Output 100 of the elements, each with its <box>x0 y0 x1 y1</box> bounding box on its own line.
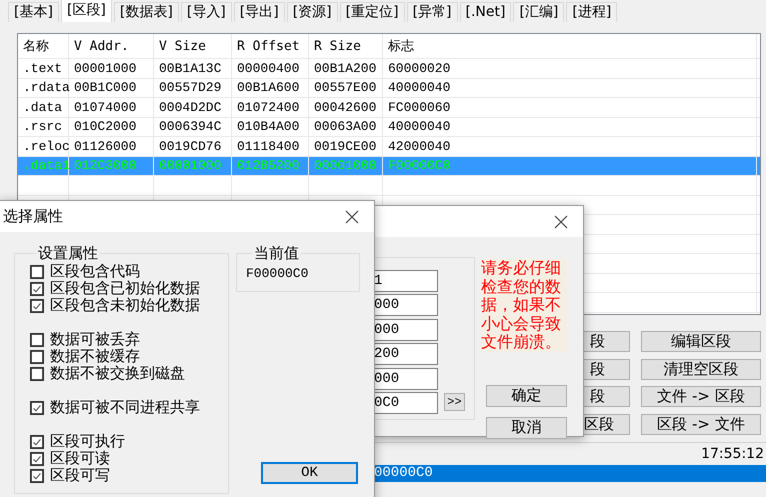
checkbox[interactable] <box>30 366 44 380</box>
current-value: F00000C0 <box>246 266 308 281</box>
tab[interactable]: [重定位] <box>340 2 405 22</box>
group-title: 设置属性 <box>37 244 99 263</box>
input-field[interactable]: 000 <box>374 318 438 341</box>
table-cell: FC000060 <box>383 98 757 116</box>
column-header[interactable]: 标志 <box>383 34 757 58</box>
checkbox[interactable] <box>30 434 44 448</box>
column-header[interactable]: R Size <box>309 34 383 58</box>
checkbox[interactable] <box>30 332 44 346</box>
checkbox[interactable] <box>30 452 44 466</box>
checkbox-label: 区段可执行 <box>50 432 125 450</box>
table-cell: 0019CE00 <box>309 137 383 156</box>
checkbox[interactable] <box>30 400 44 414</box>
checkbox-label: 区段包含未初始化数据 <box>50 296 200 315</box>
input-field[interactable]: 0C0 <box>374 392 438 414</box>
table-cell: 012B5200 <box>232 156 309 175</box>
table-cell: 010B4A00 <box>232 118 309 136</box>
table-cell: 01074000 <box>69 98 154 116</box>
table-cell: 00042600 <box>309 98 383 116</box>
table-cell: F00000C0 <box>383 156 757 175</box>
table-cell: 00B1A600 <box>232 78 309 97</box>
table-cell: .rsrc <box>18 118 69 136</box>
cancel-button[interactable]: 取消 <box>486 416 567 438</box>
section-button[interactable]: 编辑区段 <box>641 331 761 352</box>
column-header[interactable]: 名称 <box>18 34 69 58</box>
section-button[interactable]: 区段 <box>583 414 630 434</box>
table-cell: .text <box>18 59 69 78</box>
checkbox-label: 区段可读 <box>50 449 110 468</box>
tab[interactable]: [进程] <box>566 2 618 22</box>
tab[interactable]: [资源] <box>286 2 338 22</box>
table-cell: 00001000 <box>154 156 232 175</box>
table-cell: 00063A00 <box>309 118 383 136</box>
input-field[interactable]: 200 <box>374 343 438 366</box>
checkbox[interactable] <box>30 282 44 296</box>
table-cell: .reloc <box>18 137 69 156</box>
table-cell: 40000040 <box>383 118 757 136</box>
column-header[interactable]: V Addr. <box>69 34 154 58</box>
checkbox-label: 数据可被不同进程共享 <box>50 398 200 417</box>
tab[interactable]: [.Net] <box>460 2 512 22</box>
table-cell: 00000400 <box>232 59 309 78</box>
input-field[interactable]: 000 <box>374 294 438 316</box>
tab[interactable]: [区段] <box>60 0 112 22</box>
section-button[interactable]: 段 <box>583 331 630 352</box>
input-field[interactable]: 000 <box>374 368 438 390</box>
checkbox[interactable] <box>30 264 44 278</box>
tab[interactable]: [基本] <box>8 2 59 22</box>
table-cell: 0019CD76 <box>154 137 232 156</box>
table-cell: 00B1C000 <box>69 78 154 97</box>
table-cell: 00001000 <box>309 156 383 175</box>
table-row[interactable]: .text 00001000 00B1A13C 00000400 00B1A200 60000020 <box>18 59 760 78</box>
table-cell: 00B1A13C <box>154 59 232 78</box>
table-row[interactable]: .rsrc 010C2000 0006394C 010B4A00 00063A00 40000040 <box>18 118 760 137</box>
tab[interactable]: [异常] <box>406 2 458 22</box>
table-cell: .data <box>18 98 69 116</box>
section-button[interactable]: 段 <box>583 386 630 407</box>
input-field[interactable]: 1 <box>374 270 438 292</box>
table-cell: 01072400 <box>232 98 309 116</box>
section-button[interactable]: 清理空区段 <box>641 358 761 380</box>
expand-button[interactable]: >> <box>444 393 465 411</box>
checkbox-label: 数据不被交换到磁盘 <box>50 364 185 383</box>
table-row[interactable]: .rdata 00B1C000 00557D29 00B1A600 00557E00 40000040 <box>18 78 760 98</box>
table-cell: 0006394C <box>154 118 232 136</box>
checkbox-label: 区段包含代码 <box>50 262 140 280</box>
checkbox[interactable] <box>30 350 44 364</box>
tab[interactable]: [导出] <box>234 2 285 22</box>
close-icon[interactable] <box>554 214 568 228</box>
checkbox-label: 数据不被缓存 <box>50 347 140 365</box>
checkbox[interactable] <box>30 298 44 312</box>
group-title: 当前值 <box>253 244 300 263</box>
table-cell: 40000040 <box>383 78 757 97</box>
section-button[interactable]: 段 <box>583 358 630 380</box>
status-value: 00000C0 <box>374 465 433 481</box>
ok-button[interactable]: OK <box>261 462 358 484</box>
column-header[interactable]: R Offset <box>232 34 309 58</box>
table-cell: 010C2000 <box>69 118 154 136</box>
table-cell: 00557E00 <box>309 78 383 97</box>
checkbox-label: 区段包含已初始化数据 <box>50 279 200 298</box>
table-cell: 01118400 <box>232 137 309 156</box>
dialog-title: 选择属性 <box>2 207 63 226</box>
table-cell: 00001000 <box>69 59 154 78</box>
checkbox[interactable] <box>30 468 44 482</box>
close-icon[interactable] <box>345 210 359 224</box>
checkbox-label: 数据可被丢弃 <box>50 330 140 348</box>
confirm-button[interactable]: 确定 <box>486 384 567 406</box>
warning-text: 请务必仔细检查您的数据，如果不小心会导致文件崩溃。 <box>481 259 568 352</box>
column-header[interactable]: V Size <box>154 34 232 58</box>
table-cell: 00557D29 <box>154 78 232 97</box>
tab[interactable]: [数据表] <box>114 2 179 22</box>
table-cell: 0004D2DC <box>154 98 232 116</box>
table-row[interactable]: .data 01074000 0004D2DC 01072400 00042600 FC000060 <box>18 98 760 118</box>
table-cell: 42000040 <box>383 137 757 156</box>
section-button[interactable]: 文件 -> 区段 <box>641 386 761 407</box>
tab[interactable]: [汇编] <box>513 2 564 22</box>
section-button[interactable]: 区段 -> 文件 <box>641 414 761 434</box>
checkbox-label: 区段可写 <box>50 466 110 485</box>
table-cell: .rdata <box>18 78 69 97</box>
table-cell: 00B1A200 <box>309 59 383 78</box>
table-cell: 01126000 <box>69 137 154 156</box>
tab[interactable]: [导入] <box>180 2 232 22</box>
